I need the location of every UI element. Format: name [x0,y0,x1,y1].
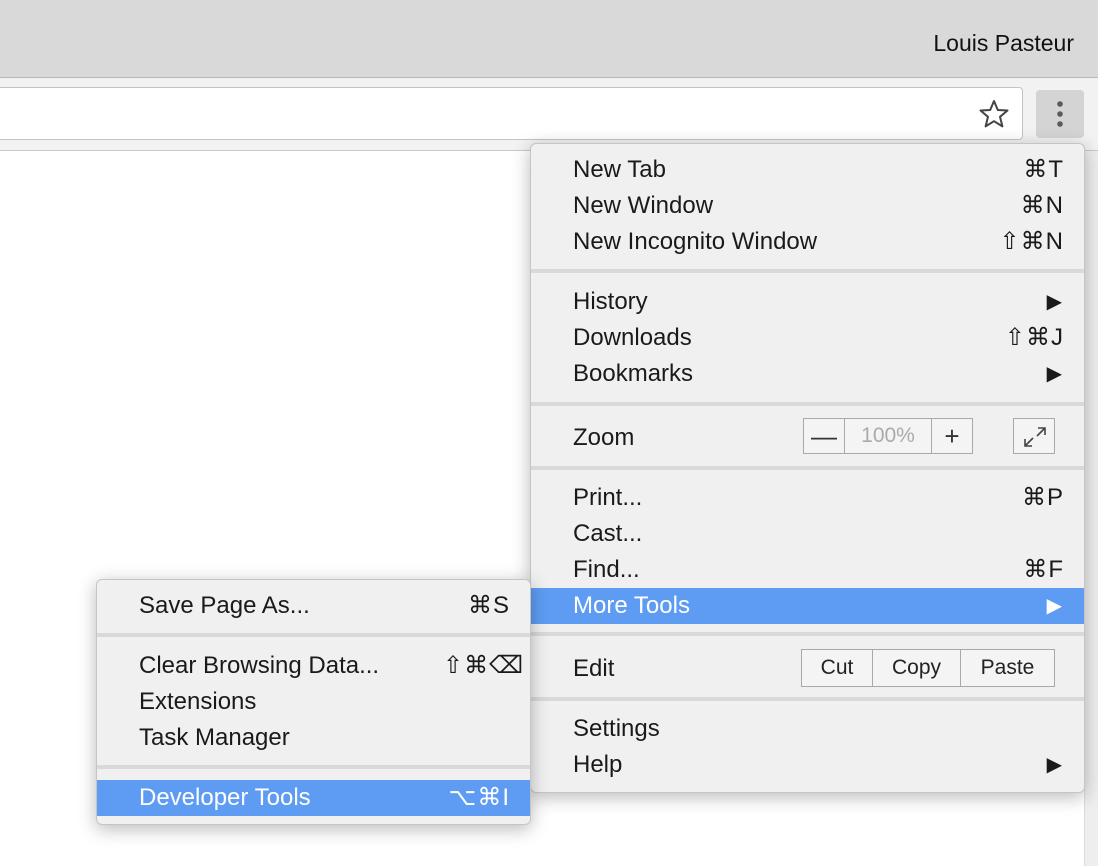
menu-item-label: Clear Browsing Data... [139,652,380,679]
submenu-arrow-icon: ▶ [1046,595,1062,617]
menu-item-label: Find... [573,556,640,583]
shortcut-label: ⇧⌘J [1004,324,1064,351]
menu-separator [531,697,1084,701]
menu-item-clear-browsing-data[interactable]: Clear Browsing Data... ⇧⌘⌫ [97,648,530,684]
menu-item-extensions[interactable]: Extensions [97,684,530,720]
menu-item-label: New Tab [573,156,666,183]
shortcut-label: ⌥⌘I [448,784,510,811]
menu-item-new-tab[interactable]: New Tab ⌘T [531,152,1084,188]
menu-separator [531,269,1084,273]
menu-item-more-tools[interactable]: More Tools ▶ [531,588,1084,624]
menu-separator [97,633,530,637]
browser-menu-button[interactable] [1036,90,1084,138]
menu-item-save-page-as[interactable]: Save Page As... ⌘S [97,588,530,624]
vertical-ellipsis-icon [1057,101,1063,127]
menu-item-downloads[interactable]: Downloads ⇧⌘J [531,320,1084,356]
fullscreen-icon [1024,427,1046,447]
menu-item-label: Settings [573,715,660,742]
menu-item-label: Zoom [573,424,635,451]
menu-separator [97,765,530,769]
menu-item-print[interactable]: Print... ⌘P [531,480,1084,516]
menu-item-label: New Window [573,192,714,219]
menu-item-label: Extensions [139,688,257,715]
title-bar: Louis Pasteur [0,0,1098,78]
menu-item-label: New Incognito Window [573,228,818,255]
menu-item-label: Edit [573,655,615,682]
shortcut-label: ⌘T [1023,156,1064,183]
address-bar[interactable] [0,87,1023,140]
menu-item-label: Developer Tools [139,784,311,811]
menu-item-new-incognito-window[interactable]: New Incognito Window ⇧⌘N [531,224,1084,260]
submenu-arrow-icon: ▶ [1046,754,1062,776]
star-icon[interactable] [978,98,1010,130]
menu-item-label: Help [573,751,623,778]
shortcut-label: ⌘S [467,592,510,619]
zoom-out-button[interactable]: — [804,419,844,453]
menu-item-label: Print... [573,484,643,511]
menu-item-find[interactable]: Find... ⌘F [531,552,1084,588]
edit-controls: Cut Copy Paste [801,649,1055,687]
menu-item-cast[interactable]: Cast... [531,516,1084,552]
menu-item-new-window[interactable]: New Window ⌘N [531,188,1084,224]
menu-item-label: Cast... [573,520,643,547]
window-edge [1084,151,1098,866]
more-tools-submenu: Save Page As... ⌘S Clear Browsing Data..… [96,579,531,825]
menu-separator [531,466,1084,470]
menu-item-label: Downloads [573,324,692,351]
shortcut-label: ⌘F [1023,556,1064,583]
menu-item-developer-tools[interactable]: Developer Tools ⌥⌘I [97,780,530,816]
menu-item-bookmarks[interactable]: Bookmarks ▶ [531,356,1084,392]
shortcut-label: ⇧⌘⌫ [442,652,524,679]
fullscreen-button[interactable] [1013,418,1055,454]
submenu-arrow-icon: ▶ [1046,291,1062,313]
menu-item-label: Task Manager [139,724,290,751]
menu-item-settings[interactable]: Settings [531,711,1084,747]
menu-item-history[interactable]: History ▶ [531,284,1084,320]
shortcut-label: ⇧⌘N [999,228,1064,255]
menu-item-label: Save Page As... [139,592,310,619]
shortcut-label: ⌘P [1021,484,1064,511]
browser-main-menu: New Tab ⌘T New Window ⌘N New Incognito W… [530,143,1085,793]
shortcut-label: ⌘N [1020,192,1064,219]
cut-button[interactable]: Cut [802,650,872,686]
menu-item-label: Bookmarks [573,360,694,387]
browser-toolbar [0,78,1098,151]
menu-item-label: More Tools [573,592,690,619]
menu-separator [531,632,1084,636]
paste-button[interactable]: Paste [960,650,1054,686]
zoom-level: 100% [844,419,932,453]
submenu-arrow-icon: ▶ [1046,363,1062,385]
menu-item-help[interactable]: Help ▶ [531,747,1084,783]
menu-item-task-manager[interactable]: Task Manager [97,720,530,756]
menu-separator [531,402,1084,406]
zoom-in-button[interactable]: + [932,419,972,453]
menu-item-label: History [573,288,648,315]
zoom-controls: — 100% + [803,418,973,454]
copy-button[interactable]: Copy [872,650,960,686]
profile-name-button[interactable]: Louis Pasteur [933,30,1074,57]
